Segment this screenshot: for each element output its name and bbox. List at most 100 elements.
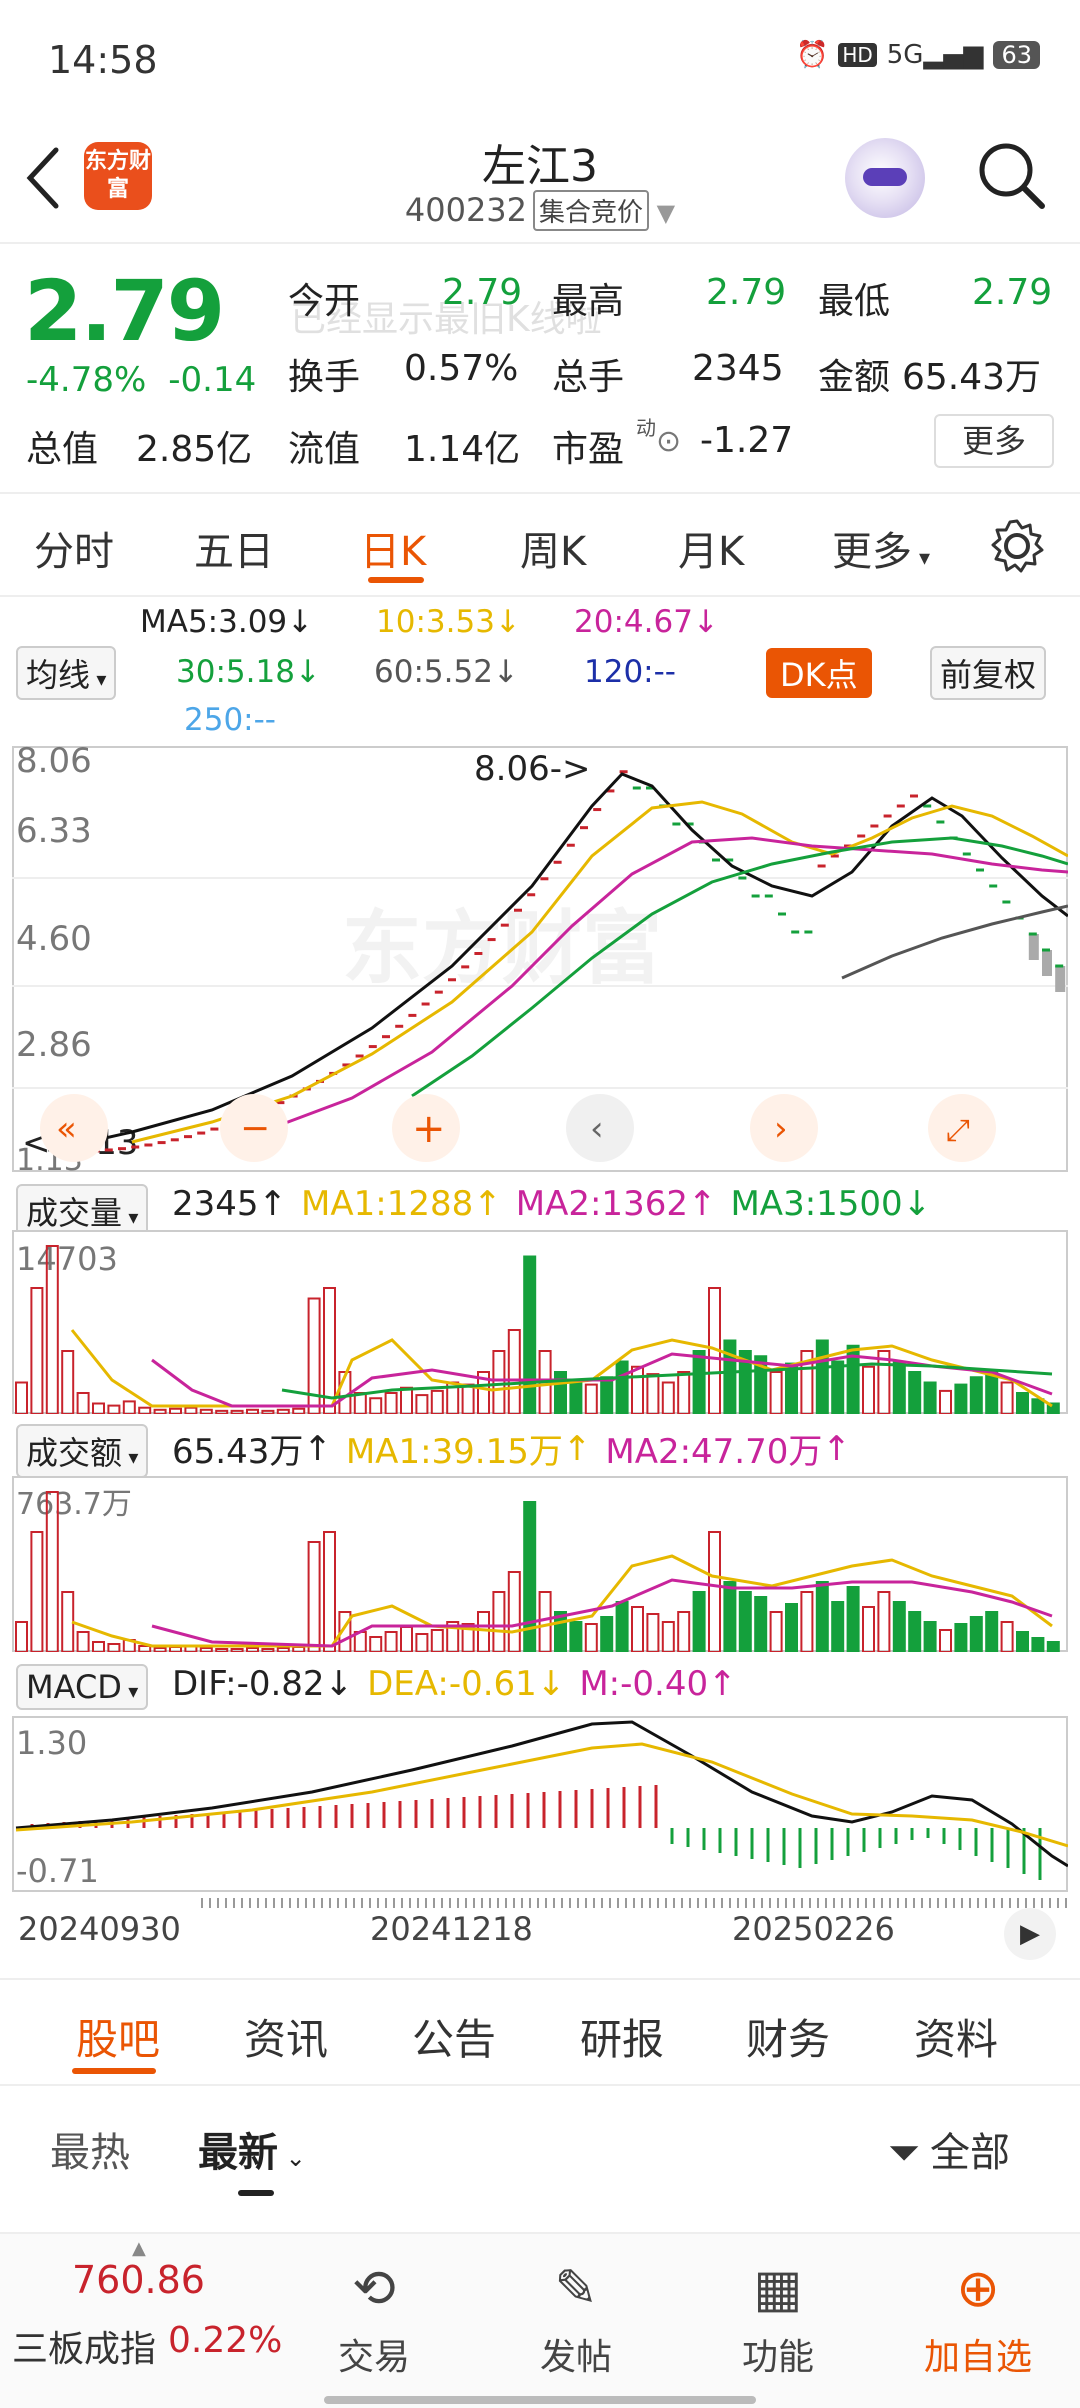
amount-chart[interactable]: 763.7万 xyxy=(12,1476,1068,1652)
trade-button[interactable]: ⟲ 交易 xyxy=(304,2254,444,2380)
up-arrow-icon: ↑ xyxy=(687,1184,717,1224)
down-arrow-icon: ↓ xyxy=(494,604,521,640)
tab-weekly-k[interactable]: 周K xyxy=(520,519,586,577)
bar xyxy=(831,1360,845,1414)
post-label: 发帖 xyxy=(539,2337,612,2378)
candle xyxy=(1055,966,1066,992)
ma30-value: 30:5.18↓ xyxy=(176,654,321,690)
last-price: 2.79 xyxy=(24,262,225,360)
index-value[interactable]: 760.86 xyxy=(72,2258,205,2302)
bar xyxy=(815,1339,829,1414)
chevron-left-icon: ‹ xyxy=(590,1109,604,1149)
high-value: 2.79 xyxy=(706,272,787,313)
x-label-1: 20240930 xyxy=(18,1910,181,1948)
dropdown-icon: ▾ xyxy=(122,1205,139,1229)
caret-up-icon: ▲ xyxy=(132,2238,146,2259)
ma30-text: 30:5.18 xyxy=(176,654,295,690)
volume-label: 总手 xyxy=(552,357,625,398)
low-value: 2.79 xyxy=(972,272,1053,313)
bar xyxy=(523,1255,537,1414)
low-label: 最低 xyxy=(818,281,891,322)
up-arrow-icon: ↑ xyxy=(562,1428,592,1469)
filter-label: 全部 xyxy=(930,2130,1010,2176)
macd-dif: DIF:-0.82 xyxy=(172,1664,325,1704)
ma20-value: 20:4.67↓ xyxy=(574,604,719,640)
vol-ma3: MA3:1500 xyxy=(730,1184,903,1224)
hd-icon: HD xyxy=(838,43,877,67)
dk-point-button[interactable]: DK点 xyxy=(766,648,872,698)
index-name[interactable]: 三板成指 xyxy=(12,2320,156,2372)
bar xyxy=(908,1611,922,1652)
bar xyxy=(892,1360,906,1414)
tab-more[interactable]: 更多 ▾ xyxy=(832,519,930,577)
tab-news[interactable]: 资讯 xyxy=(244,2006,328,2067)
down-arrow-icon: ↓ xyxy=(902,1184,932,1224)
sort-hot[interactable]: 最热 xyxy=(50,2120,130,2178)
up-arrow-icon: ↑ xyxy=(473,1184,502,1224)
x-label-3: 20250226 xyxy=(732,1910,895,1948)
down-arrow-icon: ↓ xyxy=(536,1664,566,1704)
filter-button[interactable]: ⏷ 全部 xyxy=(888,2120,1010,2178)
add-watchlist-button[interactable]: ⊕ 加自选 xyxy=(908,2254,1048,2380)
bar xyxy=(831,1601,845,1652)
gear-icon[interactable] xyxy=(988,517,1046,575)
bar xyxy=(723,1581,737,1652)
ma10-value: 10:3.53↓ xyxy=(376,604,521,640)
tab-financials[interactable]: 财务 xyxy=(746,2006,830,2067)
up-arrow-icon: ↑ xyxy=(303,1428,332,1469)
more-button[interactable]: 更多 xyxy=(934,414,1054,468)
amount-y-max: 763.7万 xyxy=(16,1487,132,1522)
bar xyxy=(738,1591,752,1652)
tab-research[interactable]: 研报 xyxy=(580,2006,664,2067)
sort-tabs: 最热 最新 ⌄ ⏷ 全部 xyxy=(0,2084,1080,2234)
status-icons: ⏰ HD 5G▂▄▆ 63 xyxy=(796,40,1040,70)
adjust-button[interactable]: 前复权 xyxy=(930,646,1047,700)
ma5-value: MA5:3.09↓ xyxy=(140,604,313,640)
macd-selector[interactable]: MACD ▾ xyxy=(16,1664,149,1710)
kline-chart[interactable]: 东方财富 8.06 6.33 4.60 2.86 1.13 8.06-> <-1… xyxy=(12,746,1068,1172)
stock-code: 400232 xyxy=(404,191,528,229)
functions-button[interactable]: ▦ 功能 xyxy=(708,2254,848,2380)
macd-y-min: -0.71 xyxy=(16,1852,99,1890)
ma-selector[interactable]: 均线 ▾ xyxy=(16,646,117,700)
tab-guba[interactable]: 股吧 xyxy=(76,2006,160,2067)
down-arrow-icon: ↓ xyxy=(287,604,314,640)
bar xyxy=(985,1611,999,1652)
bar xyxy=(892,1601,906,1652)
vol-ma2: MA2:1362 xyxy=(515,1184,688,1224)
bar xyxy=(569,1621,583,1652)
y-label-2: 6.33 xyxy=(16,811,92,851)
macd-chart[interactable]: 1.30 -0.71 xyxy=(12,1716,1068,1912)
chevron-down-icon[interactable]: ▼ xyxy=(649,199,675,227)
stock-header: 东方财富 左江3 400232 集合竞价 ▼ xyxy=(0,120,1080,240)
play-icon[interactable]: ▶ xyxy=(1004,1908,1056,1960)
sort-latest[interactable]: 最新 ⌄ xyxy=(198,2120,306,2178)
post-button[interactable]: ✎ 发帖 xyxy=(506,2254,646,2380)
tab-announcements[interactable]: 公告 xyxy=(412,2006,496,2067)
divider xyxy=(0,595,1080,597)
ma20-text: 20:4.67 xyxy=(574,604,693,640)
down-arrow-icon: ↓ xyxy=(324,1664,354,1704)
functions-label: 功能 xyxy=(741,2337,814,2378)
assistant-robot-icon[interactable] xyxy=(845,138,925,218)
tab-five-day[interactable]: 五日 xyxy=(194,519,274,577)
tab-profile[interactable]: 资料 xyxy=(914,2006,998,2067)
macd-legend: DIF:-0.82 ↓ DEA:-0.61 ↓ M:-0.40 ↑ xyxy=(172,1664,737,1704)
tab-monthly-k[interactable]: 月K xyxy=(678,519,744,577)
tab-intraday[interactable]: 分时 xyxy=(34,519,114,577)
volume-y-max: 14703 xyxy=(16,1240,118,1278)
bar xyxy=(600,1376,614,1414)
volume-chart[interactable]: 14703 xyxy=(12,1230,1068,1414)
x-axis-ticks xyxy=(201,1898,1067,1908)
ma5-text: MA5:3.09 xyxy=(140,604,288,640)
amount-label: 金额 xyxy=(818,357,891,398)
amount-selector[interactable]: 成交额 ▾ xyxy=(16,1424,149,1478)
macd-selector-label: MACD xyxy=(26,1668,122,1706)
search-icon[interactable] xyxy=(976,140,1048,212)
candle xyxy=(1028,934,1039,960)
bar xyxy=(754,1596,768,1652)
bar xyxy=(969,1376,983,1414)
info-icon[interactable]: ⊙ xyxy=(656,424,681,459)
amt-ma1: MA1:39.15万 xyxy=(345,1432,563,1472)
tab-daily-k[interactable]: 日K xyxy=(360,519,426,577)
